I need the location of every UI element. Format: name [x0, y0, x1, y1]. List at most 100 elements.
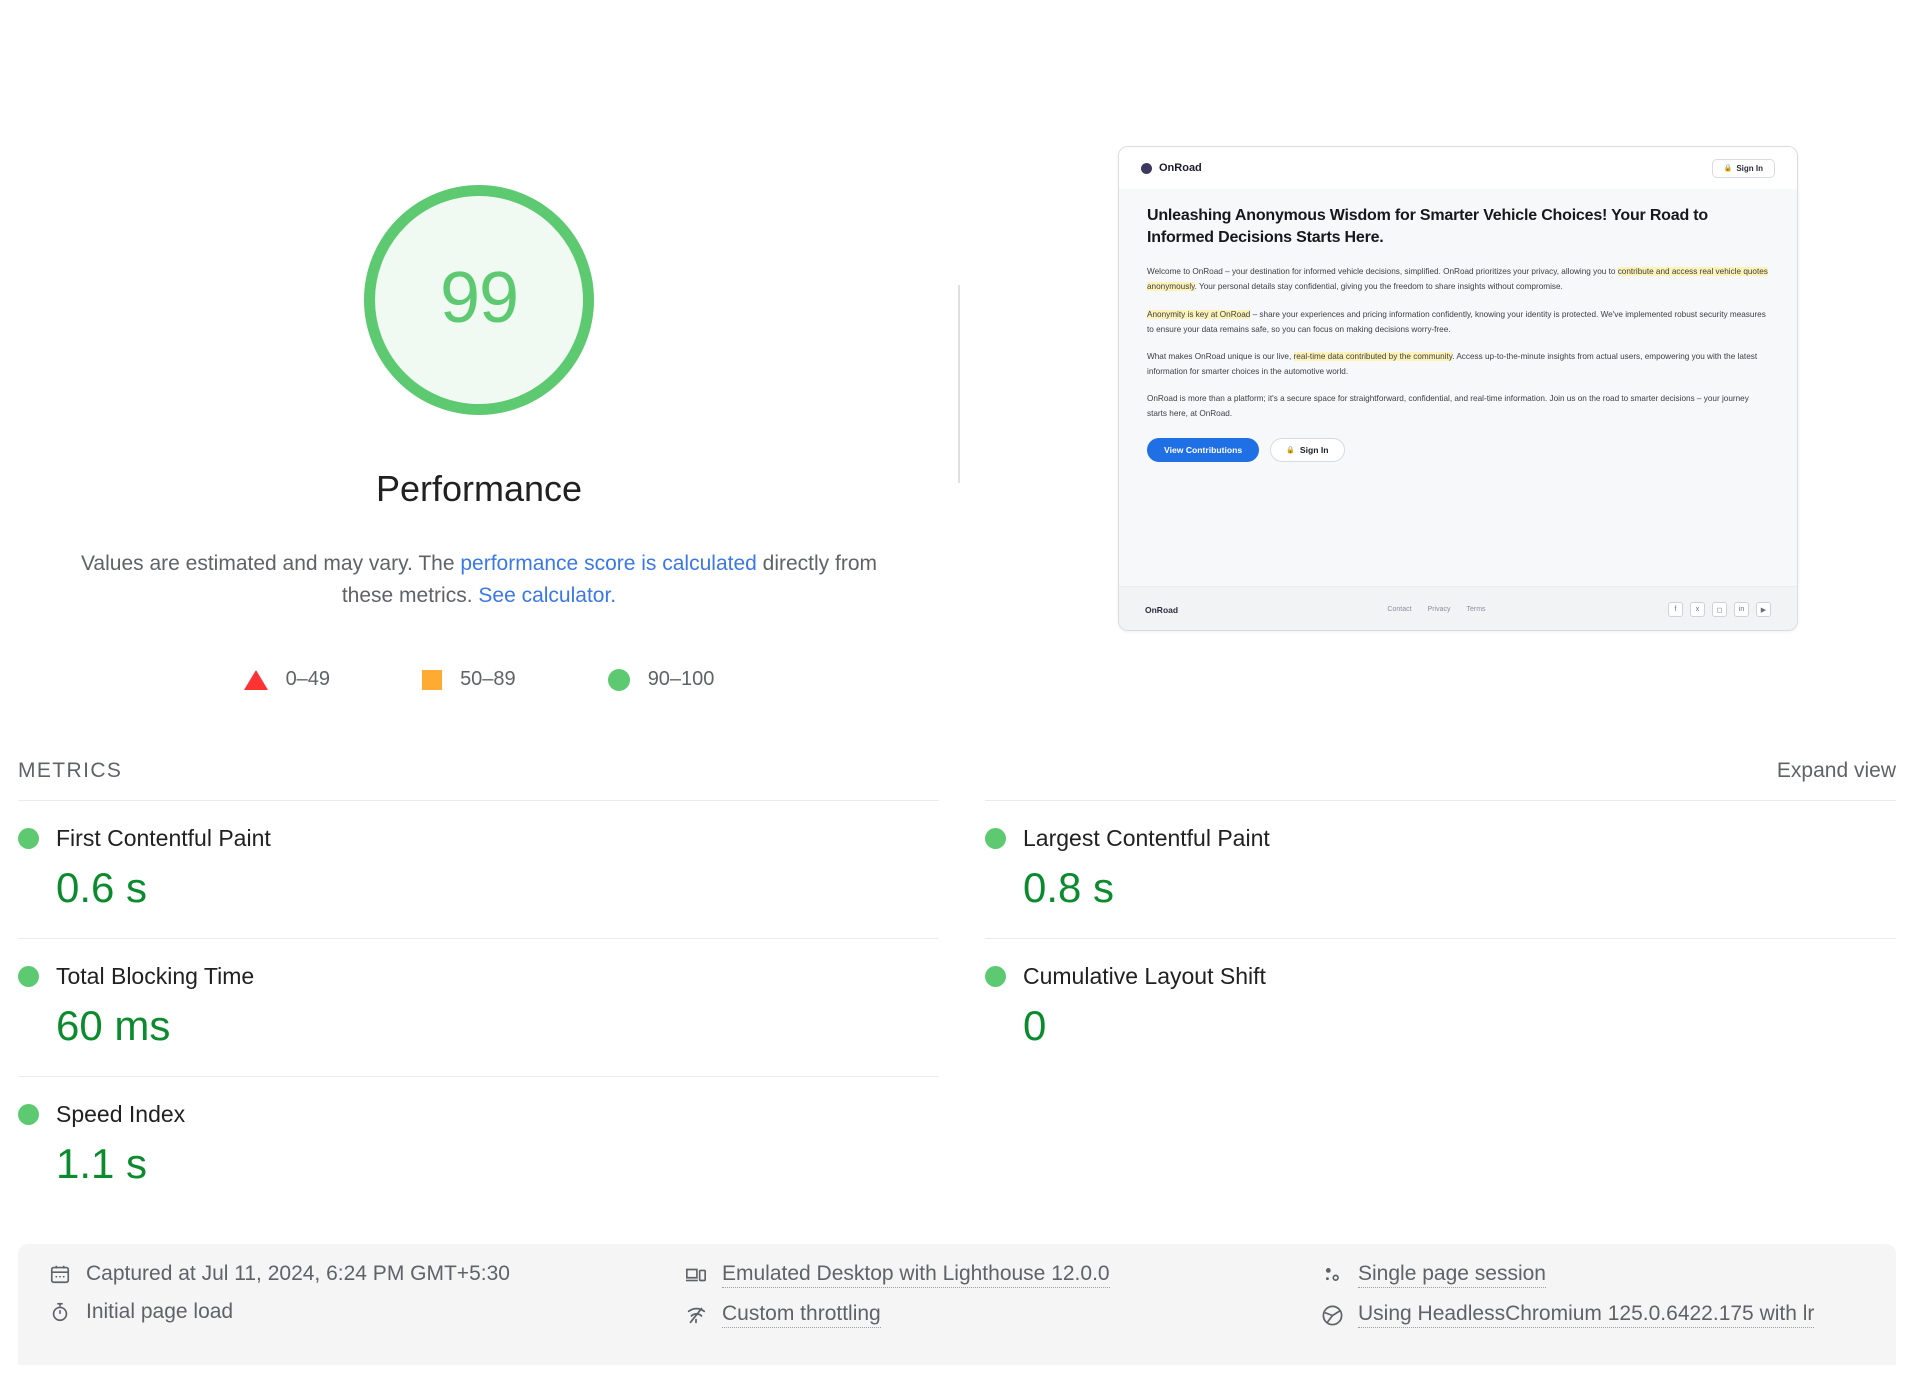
network-throttle-icon — [684, 1303, 708, 1327]
metric-largest-contentful-paint[interactable]: Largest Contentful Paint 0.8 s — [985, 800, 1896, 938]
twitter-icon: x — [1690, 602, 1705, 617]
thumbnail-paragraph-2: Anonymity is key at OnRoad – share your … — [1147, 307, 1769, 337]
metric-speed-index[interactable]: Speed Index 1.1 s — [18, 1076, 939, 1214]
meta-captured-at-text: Captured at Jul 11, 2024, 6:24 PM GMT+5:… — [86, 1262, 510, 1286]
footer-link-terms: Terms — [1467, 606, 1486, 613]
instagram-icon: ◻ — [1712, 602, 1727, 617]
meta-page-load-text: Initial page load — [86, 1300, 233, 1324]
metrics-column-left: First Contentful Paint 0.6 s Total Block… — [0, 800, 957, 1262]
triangle-icon — [244, 670, 268, 690]
meta-throttling-text[interactable]: Custom throttling — [722, 1302, 881, 1328]
thumbnail-signin-button: 🔒 Sign In — [1270, 438, 1344, 462]
thumbnail-signin-label: Sign In — [1300, 445, 1329, 455]
final-screenshot-thumbnail[interactable]: OnRoad 🔒 Sign In Unleashing Anonymous Wi… — [1118, 146, 1798, 631]
metrics-section-title: METRICS — [18, 759, 122, 783]
brand-logo-icon — [1141, 163, 1152, 174]
lock-icon-secondary: 🔒 — [1286, 446, 1295, 454]
thumbnail-p3-highlight: real-time data contributed by the commun… — [1294, 352, 1453, 361]
metric-head: Total Blocking Time — [18, 963, 939, 990]
meta-column-1: Captured at Jul 11, 2024, 6:24 PM GMT+5:… — [48, 1262, 684, 1365]
footer-link-privacy: Privacy — [1428, 606, 1451, 613]
thumbnail-footer-links: Contact Privacy Terms — [1325, 606, 1668, 613]
thumbnail-p3-a: What makes OnRoad unique is our live, — [1147, 352, 1294, 361]
legend-item-fail: 0–49 — [244, 668, 331, 691]
metrics-grid: First Contentful Paint 0.6 s Total Block… — [0, 800, 1914, 1262]
thumbnail-signin-top-button: 🔒 Sign In — [1712, 159, 1775, 178]
category-title: Performance — [0, 468, 958, 510]
meta-column-2: Emulated Desktop with Lighthouse 12.0.0 … — [684, 1262, 1320, 1365]
thumbnail-heading: Unleashing Anonymous Wisdom for Smarter … — [1147, 205, 1769, 249]
meta-captured-at: Captured at Jul 11, 2024, 6:24 PM GMT+5:… — [48, 1262, 684, 1286]
circle-icon — [18, 966, 39, 987]
legend-label-average: 50–89 — [460, 668, 516, 691]
performance-score-calculated-link[interactable]: performance score is calculated — [460, 552, 756, 575]
metrics-right-spacer — [985, 1076, 1896, 1262]
gauge-description: Values are estimated and may vary. The p… — [74, 548, 884, 612]
thumbnail-paragraph-1: Welcome to OnRoad – your destination for… — [1147, 264, 1769, 294]
metric-cumulative-layout-shift[interactable]: Cumulative Layout Shift 0 — [985, 938, 1896, 1076]
expand-view-toggle[interactable]: Expand view — [1777, 759, 1896, 783]
legend-label-pass: 90–100 — [648, 668, 715, 691]
see-calculator-link[interactable]: See calculator. — [478, 584, 616, 607]
metric-value: 60 ms — [56, 1002, 939, 1050]
legend-item-average: 50–89 — [422, 668, 516, 691]
thumbnail-topbar: OnRoad 🔒 Sign In — [1119, 147, 1797, 189]
chromium-icon — [1320, 1303, 1344, 1327]
metric-value: 0.8 s — [1023, 864, 1896, 912]
meta-emulation-text[interactable]: Emulated Desktop with Lighthouse 12.0.0 — [722, 1262, 1110, 1288]
thumbnail-brand-label: OnRoad — [1159, 162, 1202, 174]
stopwatch-icon — [48, 1300, 72, 1324]
linkedin-icon: in — [1734, 602, 1749, 617]
view-contributions-button: View Contributions — [1147, 438, 1259, 462]
thumbnail-paragraph-4: OnRoad is more than a platform; it's a s… — [1147, 391, 1769, 421]
metric-first-contentful-paint[interactable]: First Contentful Paint 0.6 s — [18, 800, 939, 938]
metric-label: Speed Index — [56, 1101, 185, 1128]
report-meta-bar: Captured at Jul 11, 2024, 6:24 PM GMT+5:… — [18, 1244, 1896, 1365]
devices-icon — [684, 1263, 708, 1287]
performance-gauge[interactable]: 99 — [364, 185, 594, 415]
circle-icon — [985, 966, 1006, 987]
calendar-icon — [48, 1262, 72, 1286]
circle-icon — [608, 669, 630, 691]
score-legend: 0–49 50–89 90–100 — [0, 668, 958, 691]
meta-column-3: Single page session Using HeadlessChromi… — [1320, 1262, 1866, 1365]
meta-channel[interactable]: Using HeadlessChromium 125.0.6422.175 wi… — [1320, 1302, 1866, 1328]
thumbnail-footer: OnRoad Contact Privacy Terms f x ◻ in ▶ — [1119, 586, 1797, 631]
vertical-divider — [958, 285, 960, 483]
metric-head: First Contentful Paint — [18, 825, 939, 852]
metric-total-blocking-time[interactable]: Total Blocking Time 60 ms — [18, 938, 939, 1076]
metric-head: Largest Contentful Paint — [985, 825, 1896, 852]
gauge-score-value: 99 — [364, 185, 594, 415]
meta-throttling[interactable]: Custom throttling — [684, 1302, 1320, 1328]
circle-icon — [18, 828, 39, 849]
thumbnail-footer-brand: OnRoad — [1145, 605, 1325, 615]
thumbnail-p2-highlight: Anonymity is key at OnRoad — [1147, 310, 1250, 319]
metric-value: 1.1 s — [56, 1140, 939, 1188]
circle-icon — [18, 1104, 39, 1125]
thumbnail-paragraph-3: What makes OnRoad unique is our live, re… — [1147, 349, 1769, 379]
thumbnail-signin-top-label: Sign In — [1736, 164, 1763, 173]
metric-value: 0 — [1023, 1002, 1896, 1050]
metrics-column-right: Largest Contentful Paint 0.8 s Cumulativ… — [957, 800, 1914, 1262]
single-page-session-icon — [1320, 1263, 1344, 1287]
metric-label: Cumulative Layout Shift — [1023, 963, 1266, 990]
metric-label: Largest Contentful Paint — [1023, 825, 1270, 852]
legend-item-pass: 90–100 — [608, 668, 715, 691]
thumbnail-social-icons: f x ◻ in ▶ — [1668, 602, 1771, 617]
facebook-icon: f — [1668, 602, 1683, 617]
metric-value: 0.6 s — [56, 864, 939, 912]
meta-page-load: Initial page load — [48, 1300, 684, 1324]
metric-label: Total Blocking Time — [56, 963, 254, 990]
report-summary-region: 99 Performance Values are estimated and … — [0, 0, 1914, 742]
meta-emulation[interactable]: Emulated Desktop with Lighthouse 12.0.0 — [684, 1262, 1320, 1288]
performance-gauge-column: 99 Performance Values are estimated and … — [0, 0, 958, 742]
meta-session-text[interactable]: Single page session — [1358, 1262, 1546, 1288]
meta-channel-text[interactable]: Using HeadlessChromium 125.0.6422.175 wi… — [1358, 1302, 1814, 1328]
footer-link-contact: Contact — [1387, 606, 1411, 613]
legend-label-fail: 0–49 — [286, 668, 331, 691]
meta-session[interactable]: Single page session — [1320, 1262, 1866, 1288]
metric-head: Cumulative Layout Shift — [985, 963, 1896, 990]
thumbnail-cta-row: View Contributions 🔒 Sign In — [1147, 438, 1769, 462]
thumbnail-body: Unleashing Anonymous Wisdom for Smarter … — [1119, 189, 1797, 586]
lock-icon: 🔒 — [1724, 164, 1733, 172]
